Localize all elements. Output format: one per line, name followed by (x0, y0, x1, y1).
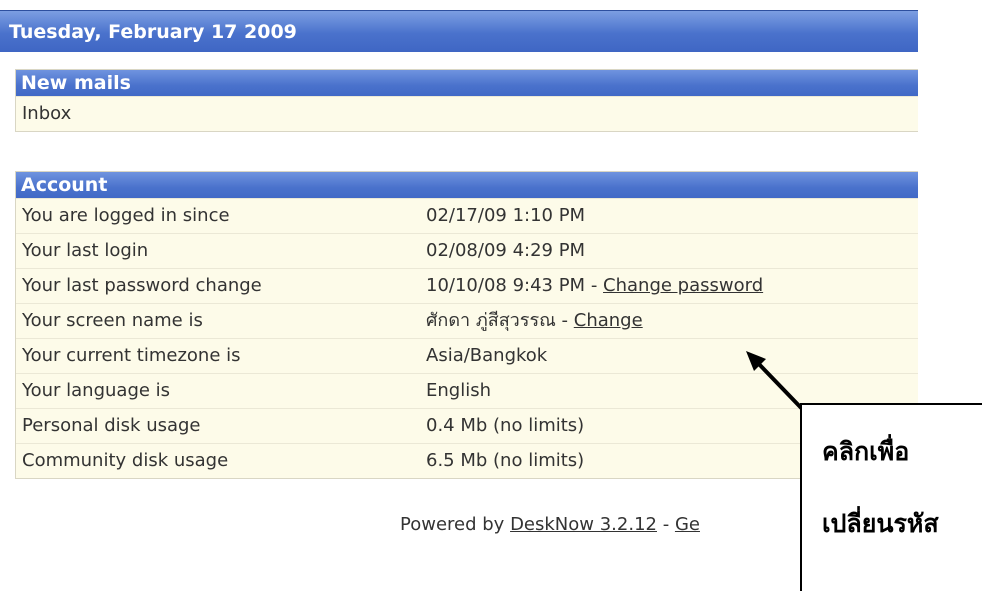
personal-disk-usage-value: 0.4 Mb (no limits) (426, 415, 585, 436)
row-value: Asia/Bangkok (426, 345, 547, 367)
community-disk-usage-value: 6.5 Mb (no limits) (426, 450, 585, 471)
row-label: Your last login (22, 240, 149, 261)
row-value: 10/10/08 9:43 PM - Change password (426, 275, 763, 297)
change-password-link[interactable]: Change password (603, 275, 763, 296)
annotation-callout: คลิกเพื่อ เปลี่ยนรหัส (800, 403, 982, 591)
new-mails-panel: New mails Inbox (15, 69, 918, 132)
account-title: Account (16, 172, 918, 198)
logged-in-since-value: 02/17/09 1:10 PM (426, 205, 586, 226)
row-label: Personal disk usage (22, 415, 201, 436)
change-screen-name-link[interactable]: Change (574, 310, 643, 331)
footer-extra-link[interactable]: Ge (675, 514, 700, 535)
row-value: 0.4 Mb (no limits) (426, 415, 584, 437)
date-header: Tuesday, February 17 2009 (9, 21, 297, 43)
last-login-value: 02/08/09 4:29 PM (426, 240, 586, 261)
row-value: 6.5 Mb (no limits) (426, 450, 584, 472)
account-panel: Account You are logged in since 02/17/09… (15, 171, 918, 479)
table-row: Your last password change 10/10/08 9:43 … (16, 268, 918, 303)
new-mails-title: New mails (16, 70, 918, 96)
table-row: Community disk usage 6.5 Mb (no limits) (16, 443, 918, 478)
row-value: 02/08/09 4:29 PM (426, 240, 585, 262)
timezone-value: Asia/Bangkok (426, 345, 548, 366)
row-value: 02/17/09 1:10 PM (426, 205, 585, 227)
desknow-link[interactable]: DeskNow 3.2.12 (510, 514, 657, 535)
row-label: Community disk usage (22, 450, 229, 471)
footer-prefix: Powered by (400, 514, 511, 535)
list-item[interactable]: Inbox (16, 96, 918, 131)
row-label: Your screen name is (22, 310, 203, 331)
row-label: You are logged in since (22, 205, 230, 226)
footer: Powered by DeskNow 3.2.12 - Ge (400, 514, 700, 536)
row-value: English (426, 380, 491, 402)
row-value: ศักดา ภู่สีสุวรรณ - Change (426, 310, 643, 332)
last-password-change-value: 10/10/08 9:43 PM - (426, 275, 604, 296)
callout-line-2: เปลี่ยนรหัส (822, 509, 939, 538)
row-label: Your last password change (22, 275, 262, 296)
row-label: Your current timezone is (22, 345, 241, 366)
footer-separator: - (656, 514, 675, 535)
date-header-bar: Tuesday, February 17 2009 (0, 10, 918, 52)
row-label: Your language is (22, 380, 171, 401)
callout-line-1: คลิกเพื่อ (822, 437, 910, 466)
language-value: English (426, 380, 491, 401)
inbox-link[interactable]: Inbox (22, 103, 71, 125)
table-row: Your screen name is ศักดา ภู่สีสุวรรณ - … (16, 303, 918, 338)
table-row: You are logged in since 02/17/09 1:10 PM (16, 198, 918, 233)
screen-name-value: ศักดา ภู่สีสุวรรณ - (426, 310, 574, 331)
table-row: Your last login 02/08/09 4:29 PM (16, 233, 918, 268)
